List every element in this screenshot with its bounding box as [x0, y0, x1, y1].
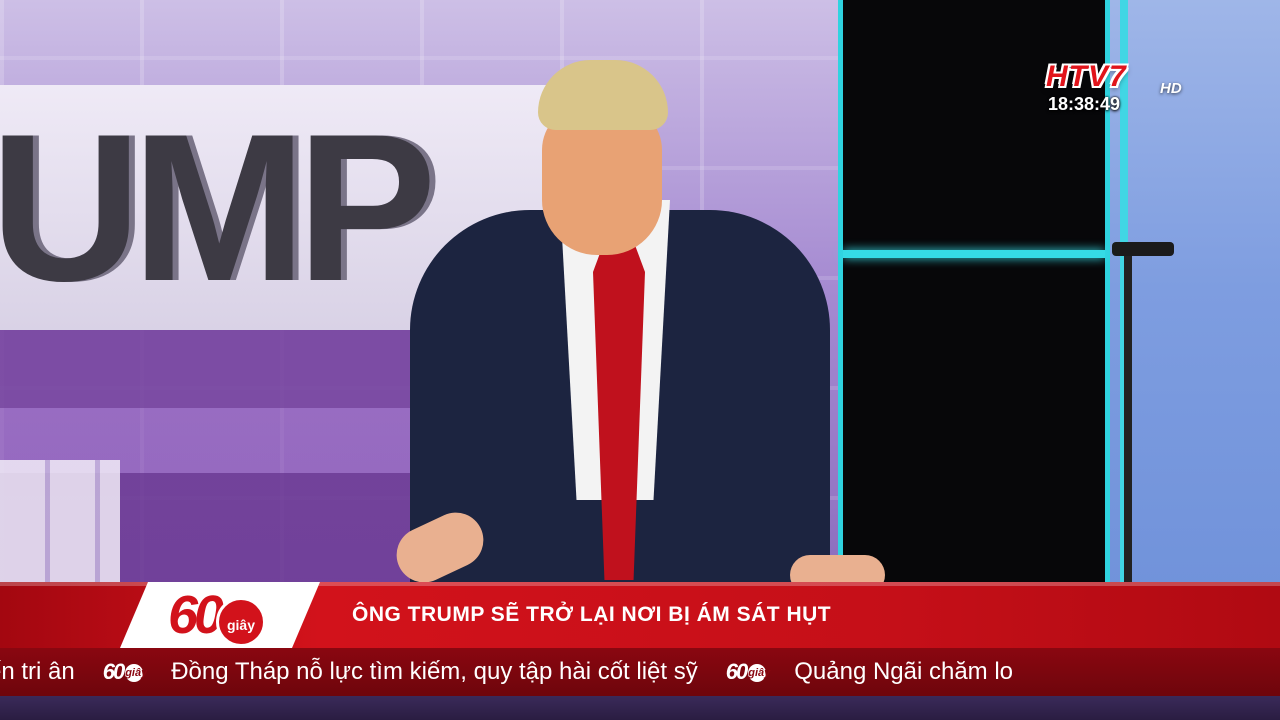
hd-badge: HD — [1160, 80, 1182, 97]
channel-logo-text: HTV7 — [1046, 60, 1127, 93]
ticker-item: Quảng Ngãi chăm lo — [794, 658, 1014, 685]
60-giay-logo-icon: 60 giây — [725, 659, 771, 685]
60-giay-logo-icon: 60 giây — [102, 659, 148, 685]
headline-text: ÔNG TRUMP SẼ TRỞ LẠI NƠI BỊ ÁM SÁT HỤT — [352, 603, 832, 626]
stage-light-panels — [0, 460, 120, 590]
ticker-separator-badge: giây — [748, 664, 770, 683]
program-logo-number: 60 — [168, 585, 224, 645]
microphone — [1112, 242, 1174, 256]
hair — [538, 60, 668, 130]
program-logo-badge: giây — [216, 597, 266, 647]
broadcast-clock: 18:38:49 — [1048, 94, 1121, 114]
news-ticker: ến tri ân 60giây Đồng Tháp nỗ lực tìm ki… — [0, 648, 1280, 696]
ticker-separator-badge: giây — [125, 664, 147, 683]
ticker-item: Đồng Tháp nỗ lực tìm kiếm, quy tập hài c… — [171, 658, 698, 685]
bottom-video-strip — [0, 696, 1280, 720]
ticker-separator-number: 60 — [102, 659, 126, 684]
ticker-track: ến tri ân 60giây Đồng Tháp nỗ lực tìm ki… — [0, 648, 1041, 696]
ticker-item: ến tri ân — [0, 658, 75, 685]
ticker-separator-number: 60 — [725, 659, 749, 684]
